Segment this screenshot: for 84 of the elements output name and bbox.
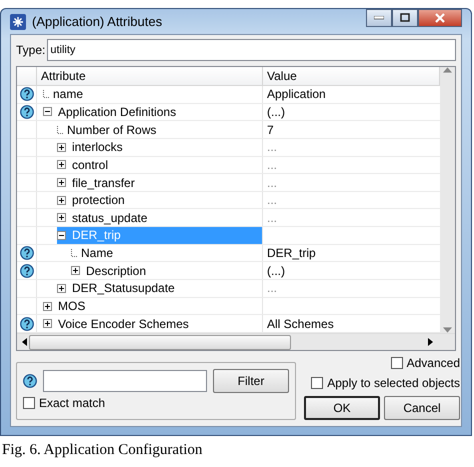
close-icon [434,12,446,22]
minimize-icon [374,16,384,20]
expand-icon[interactable] [57,160,66,170]
attribute-name: Description [85,264,148,278]
tree-row[interactable]: Description (...) [17,262,440,280]
attribute-value: All Schemes [266,316,335,332]
tree-row[interactable]: DER_Statusupdate ... [17,280,440,298]
horizontal-scrollbar[interactable] [17,333,455,350]
attribute-name: MOS [57,299,86,313]
attribute-value: ... [266,192,278,208]
expand-icon[interactable] [71,266,80,276]
attribute-name: file_transfer [71,176,136,190]
attribute-name: Number of Rows [66,122,158,137]
tree-row[interactable]: Number of Rows 7 [17,121,440,139]
attribute-value: ... [266,210,278,226]
tree-line-icon [43,90,49,98]
figure-caption: Fig. 6. Application Configuration [2,442,204,459]
help-icon[interactable] [20,87,34,102]
dialog-button[interactable]: Cancel [384,396,460,420]
filter-field[interactable] [43,370,207,392]
expand-icon[interactable] [57,284,66,293]
filter-button[interactable]: Filter [213,369,289,393]
help-icon[interactable] [20,264,34,278]
tree-row[interactable]: file_transfer ... [17,174,440,192]
attribute-name: DER_trip [71,228,122,242]
attribute-name: interlocks [71,140,124,154]
scroll-left-icon[interactable] [22,338,27,346]
attribute-name: Voice Encoder Schemes [57,316,190,331]
checkbox-label: Exact match [39,396,106,410]
attribute-value: ... [266,139,278,156]
maximize-icon [400,13,410,22]
tree-row[interactable]: Name DER_trip [17,244,440,262]
help-icon[interactable] [20,246,34,260]
help-icon[interactable] [20,104,34,119]
attribute-value: 7 [266,122,275,138]
type-label: Type: [16,43,46,57]
expand-icon[interactable] [57,178,66,188]
attribute-name: DER_Statusupdate [71,281,176,296]
checkbox[interactable] [311,377,324,389]
maximize-button[interactable] [392,8,418,26]
attribute-name: Name [80,246,114,260]
checkbox[interactable] [390,357,403,369]
column-header[interactable]: Attribute [37,67,263,85]
expand-icon[interactable] [57,196,66,205]
collapse-icon[interactable] [57,230,66,240]
checkbox[interactable] [23,397,35,409]
attribute-value: (...) [266,104,286,120]
collapse-icon[interactable] [43,107,52,116]
expand-icon[interactable] [57,213,66,222]
attribute-value: (...) [266,262,286,279]
tree-row[interactable]: MOS [17,298,440,316]
checkbox-label: Apply to selected objects [327,376,460,390]
type-field[interactable]: utility [47,39,456,61]
tree-line-icon [71,249,77,258]
app-icon [10,14,26,30]
attribute-name: control [71,158,110,172]
attribute-value: ... [266,156,278,173]
attribute-value: DER_trip [266,245,317,262]
expand-icon[interactable] [57,142,66,152]
scroll-right-icon[interactable] [428,338,433,346]
attribute-value: Application [266,86,327,102]
attribute-value: ... [266,280,278,296]
minimize-button[interactable] [366,8,392,26]
expand-icon[interactable] [43,302,52,310]
tree-row[interactable]: Application Definitions (...) [17,104,440,122]
close-button[interactable] [418,8,462,26]
dialog-button[interactable]: OK [304,396,380,420]
vertical-scrollbar[interactable] [440,67,455,333]
help-icon[interactable] [23,374,37,388]
help-icon[interactable] [20,316,34,331]
tree-row[interactable]: name Application [17,86,440,104]
attribute-name: protection [71,193,126,208]
attribute-name: Application Definitions [57,104,178,119]
tree-row[interactable]: protection ... [17,192,440,210]
checkbox-label: Advanced [406,356,460,370]
expand-icon[interactable] [43,319,52,328]
tree-row[interactable]: control ... [17,156,440,174]
scroll-up-icon[interactable] [443,67,452,73]
window-title: (Application) Attributes [32,14,164,29]
attribute-name: status_update [71,210,148,225]
tree-line-icon [57,126,63,134]
attribute-value: ... [266,174,278,191]
tree-row[interactable]: interlocks ... [17,138,440,157]
attribute-name: name [52,87,84,102]
